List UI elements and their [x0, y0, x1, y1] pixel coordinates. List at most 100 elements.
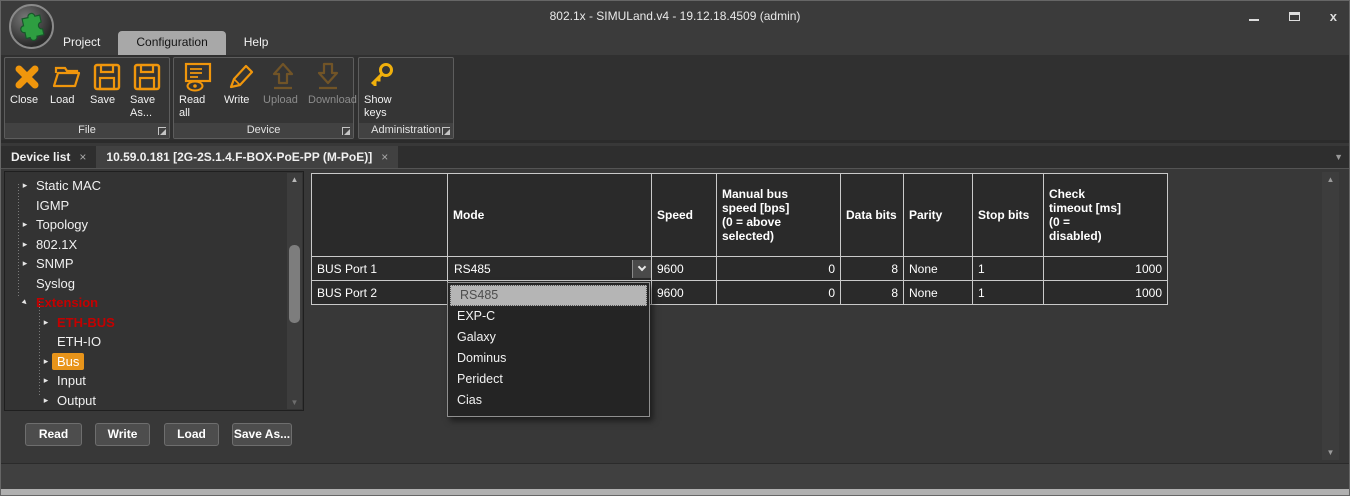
read-all-icon	[182, 61, 214, 93]
dropdown-option-exp-c[interactable]: EXP-C	[448, 306, 649, 327]
title-bar: 802.1x - SIMULand.v4 - 19.12.18.4509 (ad…	[1, 1, 1349, 31]
minimize-icon[interactable]	[1249, 12, 1259, 21]
expander-icon[interactable]: ▸	[19, 219, 31, 230]
combo-dropdown-button[interactable]	[632, 260, 651, 278]
table-header-row: Mode Speed Manual bus speed [bps] (0 = a…	[312, 174, 1168, 257]
read-panel-button[interactable]: Read	[25, 423, 82, 446]
menu-tab-configuration[interactable]: Configuration	[118, 31, 225, 55]
ribbon: Close Load Save	[1, 55, 1349, 143]
stop-bits-cell[interactable]: 1	[973, 257, 1044, 281]
scroll-down-icon[interactable]: ▼	[287, 398, 302, 407]
manual-speed-cell[interactable]: 0	[717, 257, 841, 281]
maximize-icon[interactable]	[1289, 12, 1300, 21]
puzzle-piece-icon	[15, 10, 49, 44]
tab-overflow-icon[interactable]: ▼	[1334, 152, 1343, 162]
stop-bits-cell[interactable]: 1	[973, 281, 1044, 305]
open-folder-icon	[51, 61, 83, 93]
expander-icon[interactable]: ▸	[40, 395, 52, 406]
mode-combobox[interactable]: RS485	[448, 257, 652, 281]
tree-item-input[interactable]: ▸ Input	[9, 371, 283, 391]
upload-button[interactable]: Upload	[260, 59, 305, 122]
dropdown-option-peridect[interactable]: Peridect	[448, 369, 649, 390]
floppy-disk-icon	[131, 61, 163, 93]
expander-icon[interactable]: ▸	[40, 375, 52, 386]
speed-cell[interactable]: 9600	[652, 257, 717, 281]
tree-item-extension[interactable]: ▸ Extension	[9, 293, 283, 313]
check-timeout-cell[interactable]: 1000	[1044, 281, 1168, 305]
main-scrollbar[interactable]: ▲ ▼	[1322, 172, 1339, 460]
tree-item-topology[interactable]: ▸ Topology	[9, 215, 283, 235]
tree-item-8021x[interactable]: ▸ 802.1X	[9, 235, 283, 255]
dialog-launcher-icon[interactable]	[342, 127, 350, 135]
content-area: ▸ Static MAC IGMP ▸ Topology ▸ 802.1X ▸ …	[1, 169, 1349, 463]
ribbon-group-file: Close Load Save	[4, 57, 170, 139]
header-data-bits: Data bits	[841, 174, 904, 257]
expander-icon[interactable]: ▸	[40, 317, 52, 328]
expander-icon[interactable]: ▸	[19, 180, 31, 191]
header-mode: Mode	[448, 174, 652, 257]
speed-cell[interactable]: 9600	[652, 281, 717, 305]
mode-dropdown-list: RS485 EXP-C Galaxy Dominus Peridect Cias	[447, 282, 650, 417]
header-parity: Parity	[904, 174, 973, 257]
ribbon-group-administration: Show keys Administration	[358, 57, 454, 139]
tree-item-eth-io[interactable]: ETH-IO	[9, 332, 283, 352]
expander-icon[interactable]: ▸	[19, 258, 31, 269]
window-bottom-edge	[1, 489, 1349, 495]
scroll-up-icon[interactable]: ▲	[287, 175, 302, 184]
tree-item-igmp[interactable]: IGMP	[9, 196, 283, 216]
tab-device-10-59-0-181[interactable]: 10.59.0.181 [2G-2S.1.4.F-BOX-PoE-PP (M-P…	[96, 146, 398, 168]
scroll-up-icon[interactable]: ▲	[1322, 175, 1339, 184]
dialog-launcher-icon[interactable]	[158, 127, 166, 135]
expander-icon[interactable]: ▸	[40, 356, 52, 367]
save-button[interactable]: Save	[87, 59, 127, 122]
scrollbar-thumb[interactable]	[289, 245, 300, 323]
load-panel-button[interactable]: Load	[164, 423, 219, 446]
app-logo	[9, 4, 54, 49]
read-all-button[interactable]: Read all	[176, 59, 221, 122]
scroll-down-icon[interactable]: ▼	[1322, 448, 1339, 457]
parity-cell[interactable]: None	[904, 281, 973, 305]
data-bits-cell[interactable]: 8	[841, 257, 904, 281]
download-button[interactable]: Download	[305, 59, 351, 122]
check-timeout-cell[interactable]: 1000	[1044, 257, 1168, 281]
save-as-button[interactable]: Save As...	[127, 59, 167, 122]
tree-item-snmp[interactable]: ▸ SNMP	[9, 254, 283, 274]
tree-scrollbar[interactable]: ▲ ▼	[287, 173, 302, 409]
expander-icon[interactable]: ▸	[19, 239, 31, 250]
app-window: 802.1x - SIMULand.v4 - 19.12.18.4509 (ad…	[0, 0, 1350, 496]
tree-item-static-mac[interactable]: ▸ Static MAC	[9, 176, 283, 196]
write-panel-button[interactable]: Write	[95, 423, 150, 446]
download-arrow-icon	[312, 61, 344, 93]
parity-cell[interactable]: None	[904, 257, 973, 281]
show-keys-button[interactable]: Show keys	[361, 59, 401, 122]
dialog-launcher-icon[interactable]	[442, 127, 450, 135]
tree-item-syslog[interactable]: Syslog	[9, 274, 283, 294]
dropdown-option-cias[interactable]: Cias	[448, 390, 649, 411]
chevron-down-icon	[638, 263, 646, 271]
save-as-panel-button[interactable]: Save As...	[232, 423, 292, 446]
tree-item-eth-bus[interactable]: ▸ ETH-BUS	[9, 313, 283, 333]
dropdown-option-dominus[interactable]: Dominus	[448, 348, 649, 369]
ribbon-group-label-administration: Administration	[359, 123, 453, 138]
document-tabstrip: Device list × 10.59.0.181 [2G-2S.1.4.F-B…	[1, 146, 1349, 169]
write-button[interactable]: Write	[221, 59, 260, 122]
tab-close-icon[interactable]: ×	[381, 150, 388, 164]
menu-tab-help[interactable]: Help	[226, 31, 287, 55]
upload-arrow-icon	[267, 61, 299, 93]
header-check-timeout: Check timeout [ms] (0 = disabled)	[1044, 174, 1168, 257]
ribbon-group-label-file: File	[5, 123, 169, 138]
pencil-icon	[225, 61, 257, 93]
header-manual-bus-speed: Manual bus speed [bps] (0 = above select…	[717, 174, 841, 257]
manual-speed-cell[interactable]: 0	[717, 281, 841, 305]
menu-tab-project[interactable]: Project	[45, 31, 118, 55]
dropdown-option-galaxy[interactable]: Galaxy	[448, 327, 649, 348]
close-button[interactable]: Close	[7, 59, 47, 122]
close-window-icon[interactable]: x	[1330, 10, 1337, 23]
tree-item-output[interactable]: ▸ Output	[9, 391, 283, 411]
load-button[interactable]: Load	[47, 59, 87, 122]
tab-device-list[interactable]: Device list ×	[1, 146, 96, 168]
data-bits-cell[interactable]: 8	[841, 281, 904, 305]
tab-close-icon[interactable]: ×	[79, 150, 86, 164]
tree-item-bus[interactable]: ▸ Bus	[9, 352, 283, 372]
dropdown-option-rs485[interactable]: RS485	[450, 285, 647, 306]
